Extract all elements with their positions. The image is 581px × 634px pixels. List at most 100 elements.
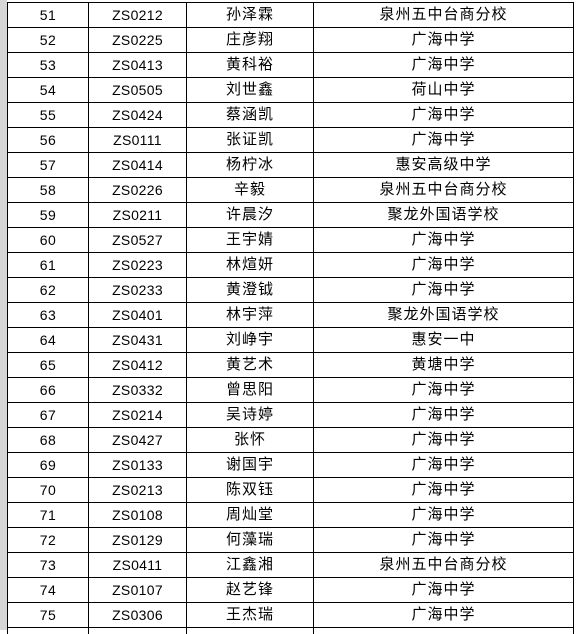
roster-table-container: 51ZS0212孙泽霖泉州五中台商分校52ZS0225庄彦翔广海中学53ZS04… — [7, 2, 573, 634]
cell-school-name: 广海中学 — [314, 28, 574, 53]
cell-candidate-name: 黄科裕 — [187, 53, 314, 78]
cell-candidate-name: 江鑫湘 — [187, 553, 314, 578]
cell-candidate-id: ZS0223 — [89, 253, 187, 278]
table-row[interactable]: 68ZS0427张怀广海中学 — [8, 428, 574, 453]
cell-sequence-number: 68 — [8, 428, 89, 453]
table-row[interactable]: 72ZS0129何藻瑞广海中学 — [8, 528, 574, 553]
cell-candidate-name: 周灿堂 — [187, 503, 314, 528]
table-row[interactable]: 57ZS0414杨柠冰惠安高级中学 — [8, 153, 574, 178]
cell-partial — [8, 628, 89, 634]
cell-school-name: 广海中学 — [314, 603, 574, 628]
table-row[interactable]: 61ZS0223林煊妍广海中学 — [8, 253, 574, 278]
cell-sequence-number: 73 — [8, 553, 89, 578]
cell-candidate-id: ZS0214 — [89, 403, 187, 428]
cell-candidate-name: 黄艺术 — [187, 353, 314, 378]
cell-sequence-number: 56 — [8, 128, 89, 153]
table-row[interactable]: 60ZS0527王宇婧广海中学 — [8, 228, 574, 253]
cell-school-name: 荷山中学 — [314, 78, 574, 103]
cell-candidate-name: 林宇萍 — [187, 303, 314, 328]
cell-candidate-name: 蔡涵凯 — [187, 103, 314, 128]
table-row-partial — [8, 628, 574, 634]
table-row[interactable]: 53ZS0413黄科裕广海中学 — [8, 53, 574, 78]
cell-school-name: 泉州五中台商分校 — [314, 3, 574, 28]
cell-sequence-number: 62 — [8, 278, 89, 303]
cell-candidate-id: ZS0424 — [89, 103, 187, 128]
roster-table-body: 51ZS0212孙泽霖泉州五中台商分校52ZS0225庄彦翔广海中学53ZS04… — [8, 3, 574, 634]
cell-candidate-name: 辛毅 — [187, 178, 314, 203]
cell-candidate-name: 吴诗婷 — [187, 403, 314, 428]
table-row[interactable]: 74ZS0107赵艺锋广海中学 — [8, 578, 574, 603]
cell-sequence-number: 52 — [8, 28, 89, 53]
cell-sequence-number: 54 — [8, 78, 89, 103]
cell-school-name: 黄塘中学 — [314, 353, 574, 378]
cell-candidate-name: 陈双钰 — [187, 478, 314, 503]
cell-sequence-number: 58 — [8, 178, 89, 203]
table-row[interactable]: 66ZS0332曾思阳广海中学 — [8, 378, 574, 403]
cell-school-name: 广海中学 — [314, 103, 574, 128]
cell-candidate-id: ZS0412 — [89, 353, 187, 378]
cell-school-name: 广海中学 — [314, 478, 574, 503]
table-row[interactable]: 67ZS0214吴诗婷广海中学 — [8, 403, 574, 428]
cell-school-name: 广海中学 — [314, 503, 574, 528]
table-row[interactable]: 69ZS0133谢国宇广海中学 — [8, 453, 574, 478]
cell-school-name: 广海中学 — [314, 128, 574, 153]
table-row[interactable]: 62ZS0233黄澄钺广海中学 — [8, 278, 574, 303]
table-row[interactable]: 75ZS0306王杰瑞广海中学 — [8, 603, 574, 628]
left-margin-gutter — [0, 0, 7, 630]
table-row[interactable]: 58ZS0226辛毅泉州五中台商分校 — [8, 178, 574, 203]
cell-school-name: 广海中学 — [314, 453, 574, 478]
cell-candidate-id: ZS0108 — [89, 503, 187, 528]
table-row[interactable]: 52ZS0225庄彦翔广海中学 — [8, 28, 574, 53]
table-row[interactable]: 55ZS0424蔡涵凯广海中学 — [8, 103, 574, 128]
cell-candidate-name: 张证凯 — [187, 128, 314, 153]
cell-school-name: 广海中学 — [314, 53, 574, 78]
cell-candidate-name: 何藻瑞 — [187, 528, 314, 553]
cell-sequence-number: 59 — [8, 203, 89, 228]
table-row[interactable]: 59ZS0211许晨汐聚龙外国语学校 — [8, 203, 574, 228]
cell-sequence-number: 51 — [8, 3, 89, 28]
cell-candidate-id: ZS0431 — [89, 328, 187, 353]
cell-school-name: 广海中学 — [314, 403, 574, 428]
cell-school-name: 广海中学 — [314, 253, 574, 278]
cell-partial — [187, 628, 314, 634]
cell-candidate-name: 庄彦翔 — [187, 28, 314, 53]
cell-candidate-name: 王宇婧 — [187, 228, 314, 253]
cell-candidate-id: ZS0411 — [89, 553, 187, 578]
cell-partial — [314, 628, 574, 634]
table-row[interactable]: 63ZS0401林宇萍聚龙外国语学校 — [8, 303, 574, 328]
table-row[interactable]: 56ZS0111张证凯广海中学 — [8, 128, 574, 153]
cell-candidate-name: 张怀 — [187, 428, 314, 453]
cell-candidate-name: 孙泽霖 — [187, 3, 314, 28]
cell-candidate-id: ZS0332 — [89, 378, 187, 403]
table-row[interactable]: 71ZS0108周灿堂广海中学 — [8, 503, 574, 528]
cell-candidate-id: ZS0401 — [89, 303, 187, 328]
cell-candidate-id: ZS0413 — [89, 53, 187, 78]
table-row[interactable]: 73ZS0411江鑫湘泉州五中台商分校 — [8, 553, 574, 578]
cell-candidate-id: ZS0226 — [89, 178, 187, 203]
table-row[interactable]: 65ZS0412黄艺术黄塘中学 — [8, 353, 574, 378]
cell-school-name: 广海中学 — [314, 528, 574, 553]
cell-candidate-name: 杨柠冰 — [187, 153, 314, 178]
cell-candidate-id: ZS0306 — [89, 603, 187, 628]
cell-sequence-number: 69 — [8, 453, 89, 478]
cell-candidate-id: ZS0129 — [89, 528, 187, 553]
cell-sequence-number: 70 — [8, 478, 89, 503]
table-row[interactable]: 51ZS0212孙泽霖泉州五中台商分校 — [8, 3, 574, 28]
cell-school-name: 泉州五中台商分校 — [314, 178, 574, 203]
cell-candidate-id: ZS0505 — [89, 78, 187, 103]
cell-sequence-number: 63 — [8, 303, 89, 328]
cell-candidate-id: ZS0427 — [89, 428, 187, 453]
cell-sequence-number: 53 — [8, 53, 89, 78]
table-row[interactable]: 64ZS0431刘峥宇惠安一中 — [8, 328, 574, 353]
table-row[interactable]: 54ZS0505刘世鑫荷山中学 — [8, 78, 574, 103]
cell-school-name: 广海中学 — [314, 278, 574, 303]
cell-school-name: 惠安高级中学 — [314, 153, 574, 178]
cell-candidate-name: 黄澄钺 — [187, 278, 314, 303]
cell-partial — [89, 628, 187, 634]
cell-candidate-id: ZS0225 — [89, 28, 187, 53]
roster-table-page: 51ZS0212孙泽霖泉州五中台商分校52ZS0225庄彦翔广海中学53ZS04… — [0, 0, 581, 630]
cell-candidate-name: 林煊妍 — [187, 253, 314, 278]
cell-sequence-number: 66 — [8, 378, 89, 403]
table-row[interactable]: 70ZS0213陈双钰广海中学 — [8, 478, 574, 503]
cell-school-name: 广海中学 — [314, 228, 574, 253]
